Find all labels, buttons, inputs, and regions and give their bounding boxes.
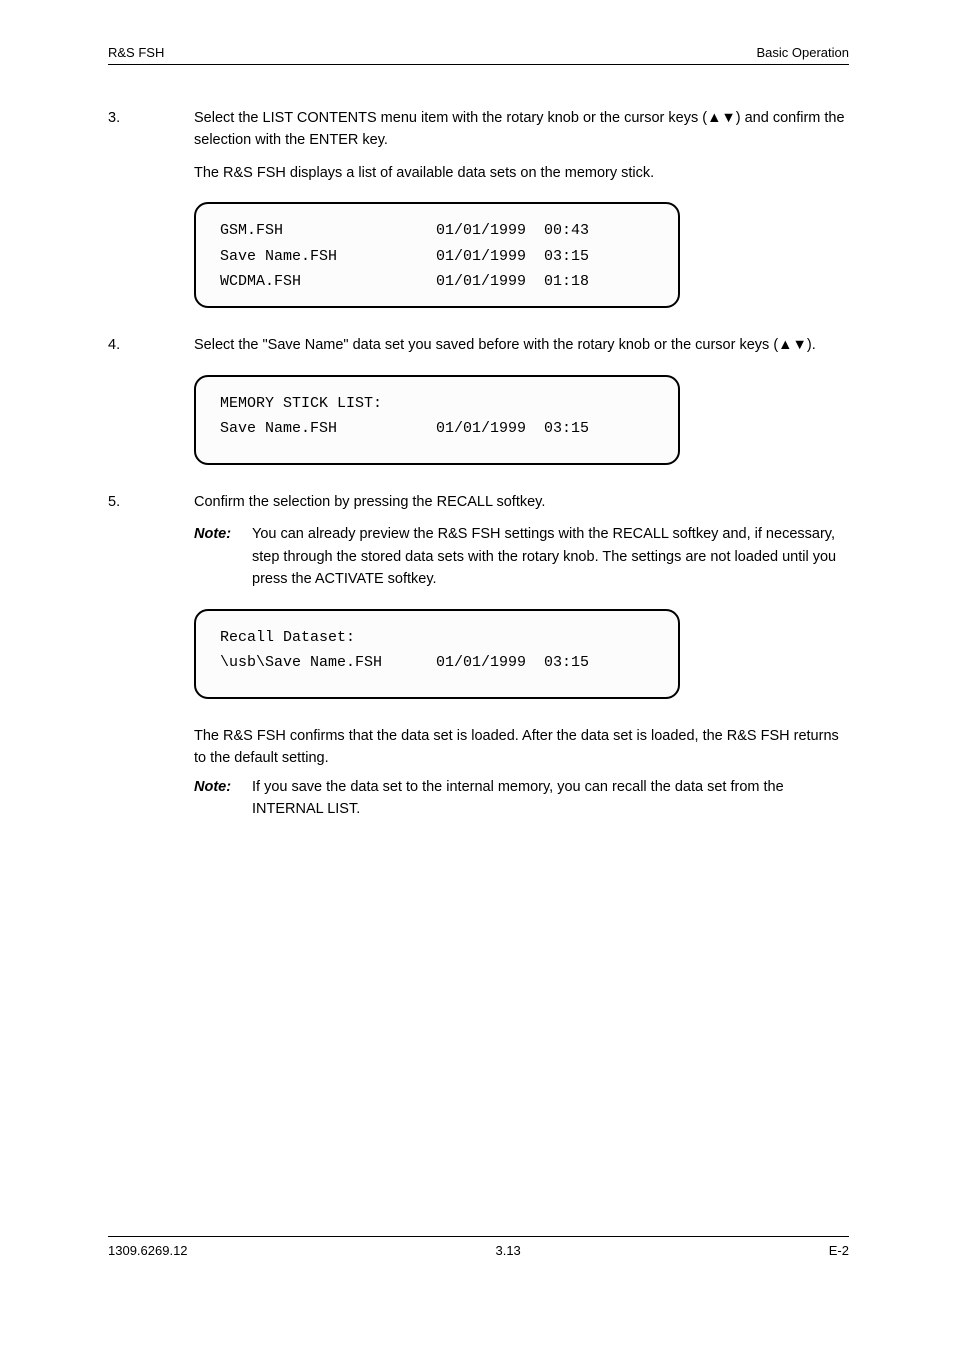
step-4-text-b: ). (807, 337, 816, 353)
note-2-text: If you save the data set to the internal… (252, 776, 849, 821)
step-3-text-a: Select the LIST CONTENTS menu item with … (194, 110, 707, 126)
up-down-triangle-icon: ▲▼ (707, 110, 736, 126)
post-recall-text: The R&S FSH confirms that the data set i… (194, 725, 849, 770)
step-4-text-a: Select the "Save Name" data set you save… (194, 337, 778, 353)
note-1-text: You can already preview the R&S FSH sett… (252, 523, 849, 590)
footer-right: E-2 (829, 1243, 849, 1258)
step-4: 4. Select the "Save Name" data set you s… (108, 334, 849, 356)
footer-left: 1309.6269.12 (108, 1243, 188, 1258)
step-4-text: Select the "Save Name" data set you save… (194, 334, 849, 356)
lcd3-line1: Recall Dataset: (220, 629, 355, 646)
step-3: 3. Select the LIST CONTENTS menu item wi… (108, 107, 849, 152)
header-left: R&S FSH (108, 45, 164, 60)
header-right: Basic Operation (757, 45, 850, 60)
lcd1-line3: WCDMA.FSH 01/01/1999 01:18 (220, 273, 589, 290)
lcd1-line1: GSM.FSH 01/01/1999 00:43 (220, 222, 589, 239)
step-5-text: Confirm the selection by pressing the RE… (194, 491, 849, 513)
footer-divider (108, 1236, 849, 1237)
lcd-screen-1: GSM.FSH 01/01/1999 00:43 Save Name.FSH 0… (194, 202, 680, 308)
step-4-number: 4. (108, 334, 194, 356)
lcd1-line2: Save Name.FSH 01/01/1999 03:15 (220, 248, 589, 265)
step-5-number: 5. (108, 491, 194, 513)
footer-center: 3.13 (495, 1243, 520, 1258)
lcd2-line1: MEMORY STICK LIST: (220, 395, 382, 412)
note-2: Note: If you save the data set to the in… (194, 776, 849, 821)
lcd-screen-2: MEMORY STICK LIST: Save Name.FSH 01/01/1… (194, 375, 680, 465)
note-1: Note: You can already preview the R&S FS… (194, 523, 849, 590)
step-5: 5. Confirm the selection by pressing the… (108, 491, 849, 513)
note-1-label: Note: (194, 523, 252, 590)
lcd-screen-3: Recall Dataset: \usb\Save Name.FSH 01/01… (194, 609, 680, 699)
step-3-subtext: The R&S FSH displays a list of available… (194, 162, 849, 184)
page-footer: 1309.6269.12 3.13 E-2 (108, 1236, 849, 1258)
note-2-label: Note: (194, 776, 252, 821)
step-3-number: 3. (108, 107, 194, 152)
lcd2-line2: Save Name.FSH 01/01/1999 03:15 (220, 420, 589, 437)
step-3-text: Select the LIST CONTENTS menu item with … (194, 107, 849, 152)
up-down-triangle-icon: ▲▼ (778, 337, 807, 353)
lcd3-line2: \usb\Save Name.FSH 01/01/1999 03:15 (220, 654, 589, 671)
